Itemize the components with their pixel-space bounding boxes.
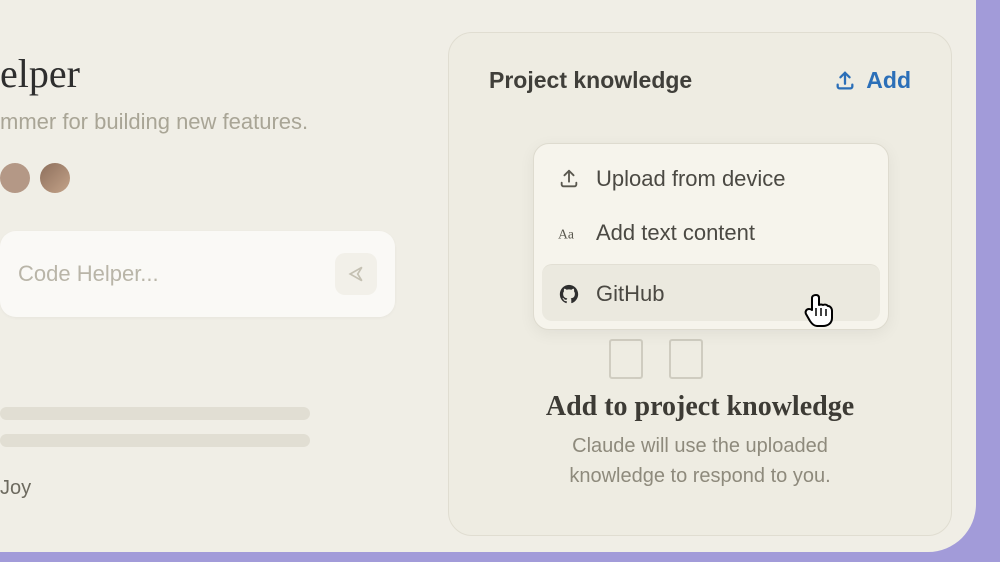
add-knowledge-button[interactable]: Add bbox=[834, 67, 911, 94]
document-icon bbox=[609, 339, 643, 379]
svg-text:Aa: Aa bbox=[558, 227, 574, 242]
upload-icon bbox=[558, 168, 580, 190]
chat-input[interactable]: Code Helper... bbox=[0, 231, 395, 317]
project-title: elper bbox=[0, 50, 410, 97]
member-avatars bbox=[0, 163, 410, 193]
placeholder-line bbox=[0, 434, 310, 447]
send-icon bbox=[346, 264, 366, 284]
dropdown-item-label: GitHub bbox=[596, 281, 664, 307]
placeholder-line bbox=[0, 407, 310, 420]
dropdown-item-add-text-content[interactable]: Aa Add text content bbox=[542, 206, 880, 260]
knowledge-placeholder-icons bbox=[609, 339, 703, 379]
send-button[interactable] bbox=[335, 253, 377, 295]
knowledge-description: Claude will use the uploaded knowledge t… bbox=[449, 431, 951, 491]
dropdown-item-label: Add text content bbox=[596, 220, 755, 246]
dropdown-item-upload-from-device[interactable]: Upload from device bbox=[542, 152, 880, 206]
add-button-label: Add bbox=[866, 67, 911, 94]
chat-input-placeholder: Code Helper... bbox=[18, 261, 159, 287]
project-knowledge-panel: Project knowledge Add Add to project kno… bbox=[448, 32, 952, 536]
avatar[interactable] bbox=[0, 163, 30, 193]
knowledge-heading: Add to project knowledge bbox=[449, 391, 951, 423]
mouse-cursor-icon bbox=[802, 290, 836, 328]
left-panel: elper mmer for building new features. Co… bbox=[0, 50, 410, 500]
dropdown-item-label: Upload from device bbox=[596, 166, 786, 192]
avatar[interactable] bbox=[40, 163, 70, 193]
text-icon: Aa bbox=[558, 222, 580, 244]
project-subtitle: mmer for building new features. bbox=[0, 109, 410, 135]
document-icon bbox=[669, 339, 703, 379]
github-icon bbox=[558, 283, 580, 305]
app-container: elper mmer for building new features. Co… bbox=[0, 0, 976, 552]
panel-title: Project knowledge bbox=[489, 67, 692, 94]
upload-icon bbox=[834, 70, 856, 92]
panel-header: Project knowledge Add bbox=[489, 67, 911, 94]
footer-text: Joy bbox=[0, 477, 410, 500]
placeholder-lines bbox=[0, 407, 410, 447]
